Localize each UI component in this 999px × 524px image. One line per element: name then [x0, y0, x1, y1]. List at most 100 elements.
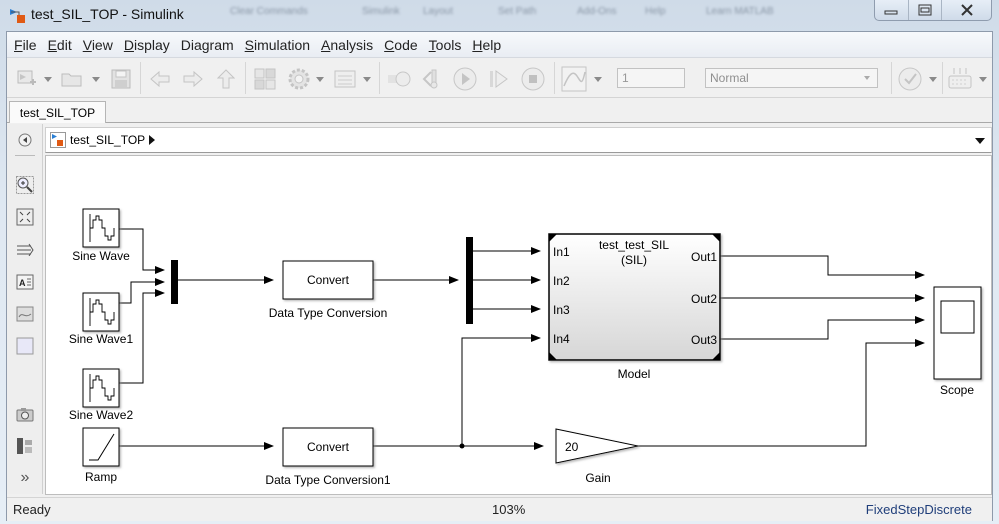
block-diagram: Sine Wave Sine Wave1 Sine Wave2 Convert … [69, 208, 982, 487]
menu-edit[interactable]: Edit [43, 37, 77, 53]
mux-block[interactable] [171, 260, 178, 304]
check-button[interactable] [897, 67, 923, 91]
run-button[interactable] [452, 67, 478, 91]
stop-button[interactable] [520, 67, 546, 91]
sine-wave-block[interactable]: Sine Wave [72, 208, 130, 263]
sine-wave1-block[interactable]: Sine Wave1 [69, 292, 134, 346]
more-tools-button[interactable]: » [16, 469, 34, 487]
block-label: Ramp [85, 470, 117, 484]
scope-block[interactable]: Scope [933, 286, 982, 397]
breakpoint-button[interactable] [421, 67, 443, 91]
step-forward-button[interactable] [488, 67, 510, 91]
breadcrumb: test_SIL_TOP [45, 127, 992, 153]
open-dropdown[interactable] [92, 77, 100, 82]
sine-wave2-block[interactable]: Sine Wave2 [69, 368, 134, 422]
area-button[interactable] [16, 337, 34, 355]
library-browser-icon [254, 68, 276, 90]
model-canvas[interactable]: Sine Wave Sine Wave1 Sine Wave2 Convert … [45, 155, 992, 495]
up-button[interactable] [215, 67, 237, 91]
data-type-conversion-block[interactable]: Convert Data Type Conversion [269, 260, 388, 320]
model-config-button[interactable] [287, 67, 311, 91]
new-model-button[interactable] [15, 67, 39, 91]
signal-line [461, 334, 541, 446]
status-bar: Ready 103% FixedStepDiscrete [7, 497, 992, 521]
model-icon [50, 132, 66, 148]
back-button[interactable] [148, 67, 172, 91]
run-icon [453, 67, 477, 91]
gain-block[interactable]: 20 Gain [555, 428, 639, 485]
build-button[interactable] [947, 67, 973, 91]
menu-file[interactable]: File [9, 37, 42, 53]
new-model-dropdown[interactable] [44, 77, 52, 82]
minimize-button[interactable] [875, 0, 909, 20]
fit-to-view-button[interactable] [16, 208, 34, 226]
forward-icon [183, 70, 203, 88]
blurred-background-item: Set Path [498, 6, 537, 17]
minimize-icon [884, 10, 898, 15]
menu-tools[interactable]: Tools [424, 37, 467, 53]
tab-test-sil-top[interactable]: test_SIL_TOP [9, 101, 106, 123]
breadcrumb-dropdown-icon[interactable] [975, 138, 985, 144]
demux-block[interactable] [466, 237, 473, 324]
menu-view[interactable]: View [78, 37, 118, 53]
scope-viewer-button[interactable] [561, 66, 587, 92]
model-reference-block[interactable]: test_test_SIL (SIL) In1 In2 In3 In4 Out1… [548, 233, 721, 381]
signal-line [720, 316, 925, 340]
route-lines-button[interactable] [16, 240, 34, 258]
menu-diagram[interactable]: Diagram [176, 37, 239, 53]
model-browser-button[interactable] [16, 437, 34, 455]
breadcrumb-model[interactable]: test_SIL_TOP [70, 133, 145, 147]
menu-simulation[interactable]: Simulation [240, 37, 315, 53]
block-label: Scope [940, 383, 974, 397]
scope-icon [561, 66, 587, 92]
data-type-conversion1-block[interactable]: Convert Data Type Conversion1 [265, 427, 391, 487]
breadcrumb-arrow-icon[interactable] [149, 135, 155, 145]
model-explorer-button[interactable] [333, 67, 357, 91]
toolbar: Normal [7, 58, 992, 98]
model-explorer-icon [334, 70, 356, 88]
inport-label: In3 [553, 303, 570, 317]
build-dropdown[interactable] [979, 77, 987, 82]
menu-help[interactable]: Help [467, 37, 506, 53]
scope-dropdown[interactable] [594, 77, 602, 82]
block-label: Model [618, 367, 651, 381]
hide-browser-icon [18, 133, 32, 147]
open-button[interactable] [59, 67, 85, 91]
title-bar: test_SIL_TOP - Simulink Clear Commands S… [0, 0, 999, 32]
close-button[interactable] [942, 0, 991, 20]
inport-label: In2 [553, 274, 570, 288]
stop-time-input[interactable] [617, 68, 685, 88]
maximize-button[interactable] [909, 0, 943, 20]
menu-display[interactable]: Display [119, 37, 175, 53]
blurred-background-item: Help [645, 6, 666, 17]
forward-button[interactable] [181, 67, 205, 91]
screenshot-button[interactable] [16, 405, 34, 423]
route-lines-icon [17, 243, 34, 256]
menu-analysis[interactable]: Analysis [316, 37, 378, 53]
stop-icon [521, 67, 545, 91]
ramp-block[interactable]: Ramp [82, 427, 120, 484]
new-model-icon [17, 70, 36, 85]
block-label: Gain [585, 471, 610, 485]
simulation-mode-select[interactable]: Normal [705, 68, 878, 88]
more-icon: » [20, 469, 30, 486]
model-config-dropdown[interactable] [316, 77, 324, 82]
step-back-button[interactable] [387, 67, 413, 91]
save-button[interactable] [109, 67, 133, 91]
annotation-button[interactable]: A [16, 273, 34, 291]
block-label: Sine Wave [72, 249, 130, 263]
hide-browser-button[interactable] [16, 131, 34, 149]
library-browser-button[interactable] [253, 67, 277, 91]
annotation-icon: A [16, 274, 34, 290]
zoom-button[interactable] [16, 176, 34, 194]
check-dropdown[interactable] [929, 77, 937, 82]
solver-link[interactable]: FixedStepDiscrete [866, 502, 972, 517]
block-label: Sine Wave2 [69, 408, 134, 422]
image-button[interactable] [16, 305, 34, 323]
model-config-icon [288, 68, 310, 90]
signal-line [720, 255, 925, 279]
model-explorer-dropdown[interactable] [363, 77, 371, 82]
screenshot-icon [16, 408, 34, 422]
block-label: Data Type Conversion1 [265, 473, 391, 487]
menu-code[interactable]: Code [379, 37, 422, 53]
